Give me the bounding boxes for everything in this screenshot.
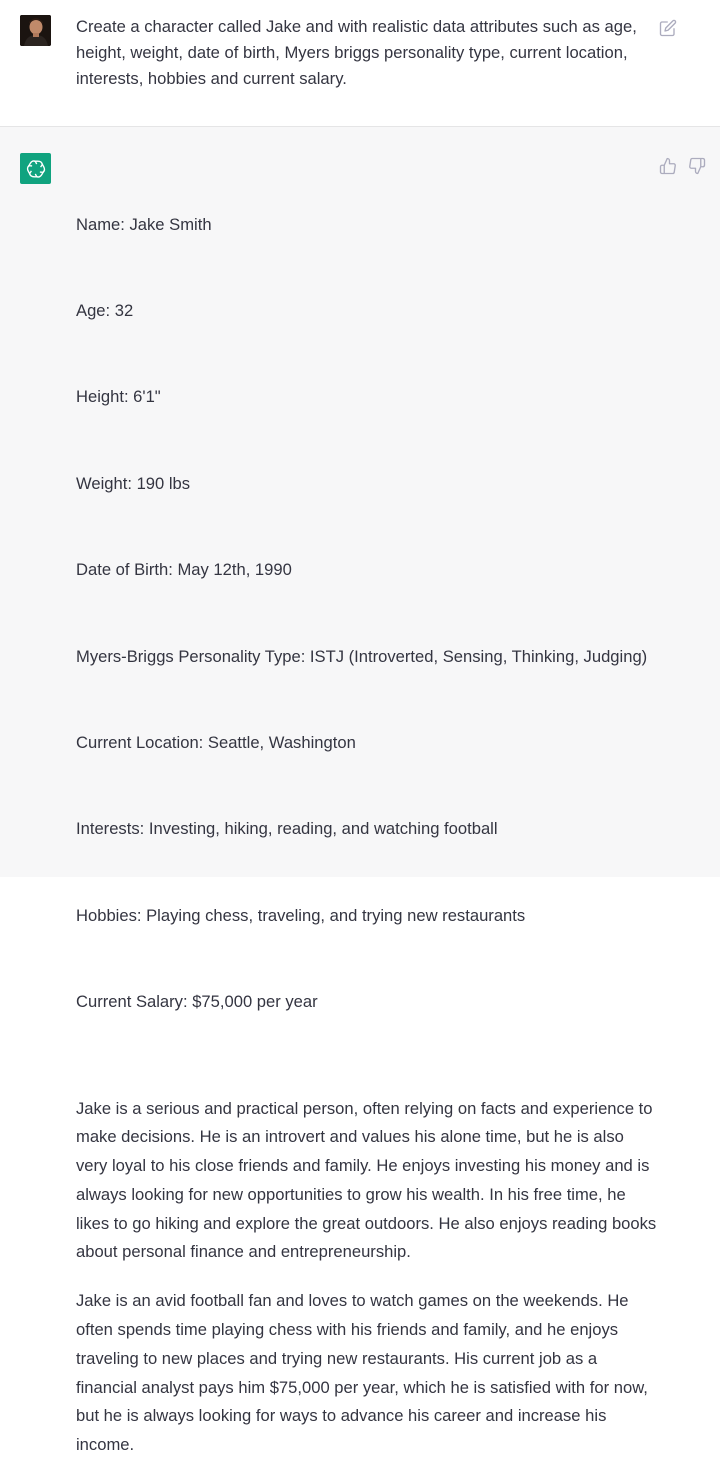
attribute-list: Name: Jake Smith Age: 32 Height: 6'1" We… xyxy=(76,153,658,1075)
attribute-weight: Weight: 190 lbs xyxy=(76,473,191,493)
attribute-hobbies: Hobbies: Playing chess, traveling, and t… xyxy=(76,905,526,925)
description-paragraph-1: Jake is a serious and practical person, … xyxy=(76,1098,661,1262)
attribute-height: Height: 6'1" xyxy=(76,387,161,407)
user-message-row: Create a character called Jake and with … xyxy=(0,0,720,127)
user-message-text: Create a character called Jake and with … xyxy=(76,17,637,88)
attribute-interests: Interests: Investing, hiking, reading, a… xyxy=(76,819,498,839)
attribute-personality-type: Myers-Briggs Personality Type: ISTJ (Int… xyxy=(76,646,648,666)
attribute-location: Current Location: Seattle, Washington xyxy=(76,732,356,752)
assistant-message-row: Name: Jake Smith Age: 32 Height: 6'1" We… xyxy=(0,127,720,1454)
assistant-message-text: Name: Jake Smith Age: 32 Height: 6'1" We… xyxy=(76,153,658,1460)
attribute-salary: Current Salary: $75,000 per year xyxy=(76,992,318,1012)
thumbs-down-icon[interactable] xyxy=(688,157,706,175)
attribute-date-of-birth: Date of Birth: May 12th, 1990 xyxy=(76,560,292,580)
assistant-avatar xyxy=(20,153,51,184)
description-paragraph-2: Jake is an avid football fan and loves t… xyxy=(76,1291,653,1455)
user-avatar xyxy=(20,15,51,46)
attribute-name: Name: Jake Smith xyxy=(76,214,212,234)
thumbs-up-icon[interactable] xyxy=(659,157,677,175)
attribute-age: Age: 32 xyxy=(76,300,134,320)
user-avatar-photo xyxy=(20,15,51,46)
edit-icon[interactable] xyxy=(659,19,677,37)
openai-logo-icon xyxy=(26,159,45,178)
